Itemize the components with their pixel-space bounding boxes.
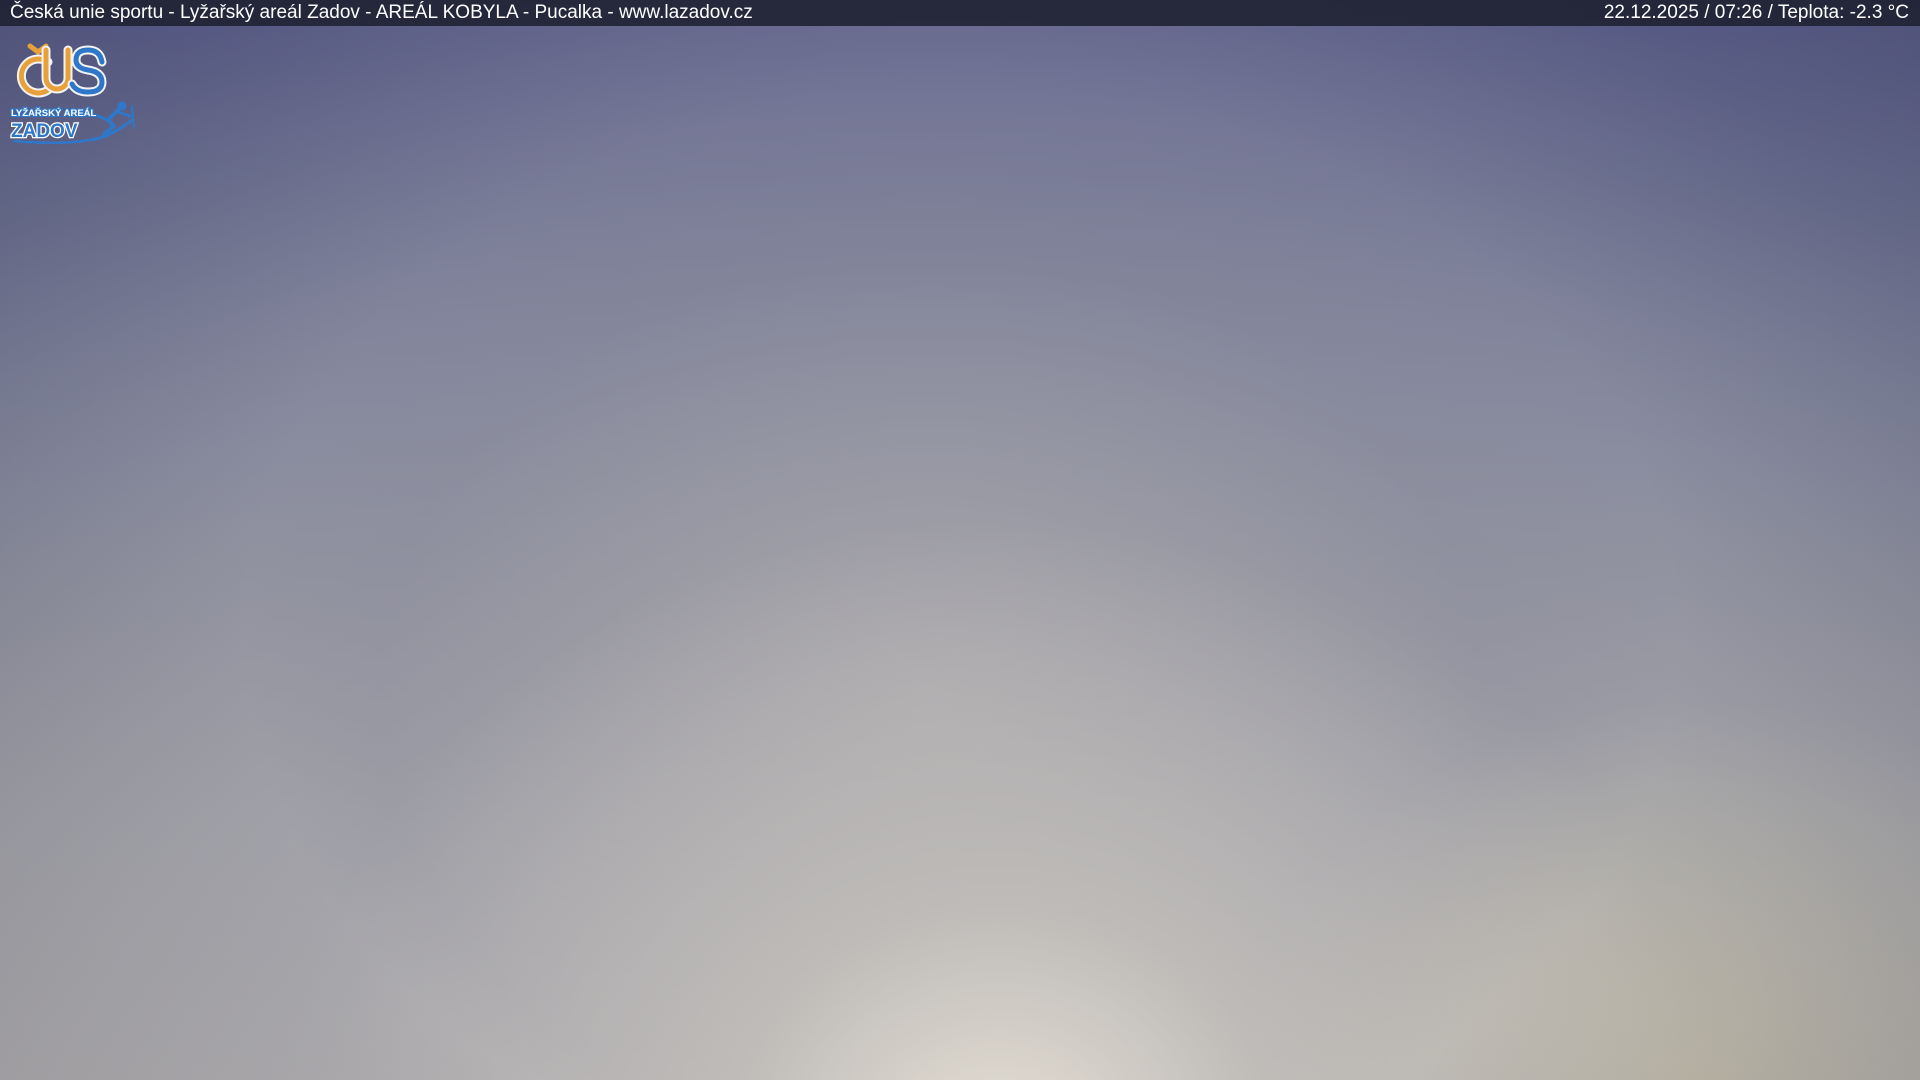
caption-bar: Česká unie sportu - Lyžařský areál Zadov… [0,0,1920,26]
logo-name: ZADOV [11,121,78,142]
cus-zadov-logo-graphic: LYŽAŘSKÝ AREÁL ZADOV [10,43,135,145]
caption-status: 22.12.2025 / 07:26 / Teplota: -2.3 °C [1603,2,1909,23]
caption-title: Česká unie sportu - Lyžařský areál Zadov… [10,2,753,23]
webcam-frame: Česká unie sportu - Lyžařský areál Zadov… [0,0,1920,1080]
lens-vignette [0,0,1920,1080]
logo-subtitle: LYŽAŘSKÝ AREÁL [11,107,97,119]
skier-icon [90,101,135,142]
zadov-logo: LYŽAŘSKÝ AREÁL ZADOV [8,40,136,145]
